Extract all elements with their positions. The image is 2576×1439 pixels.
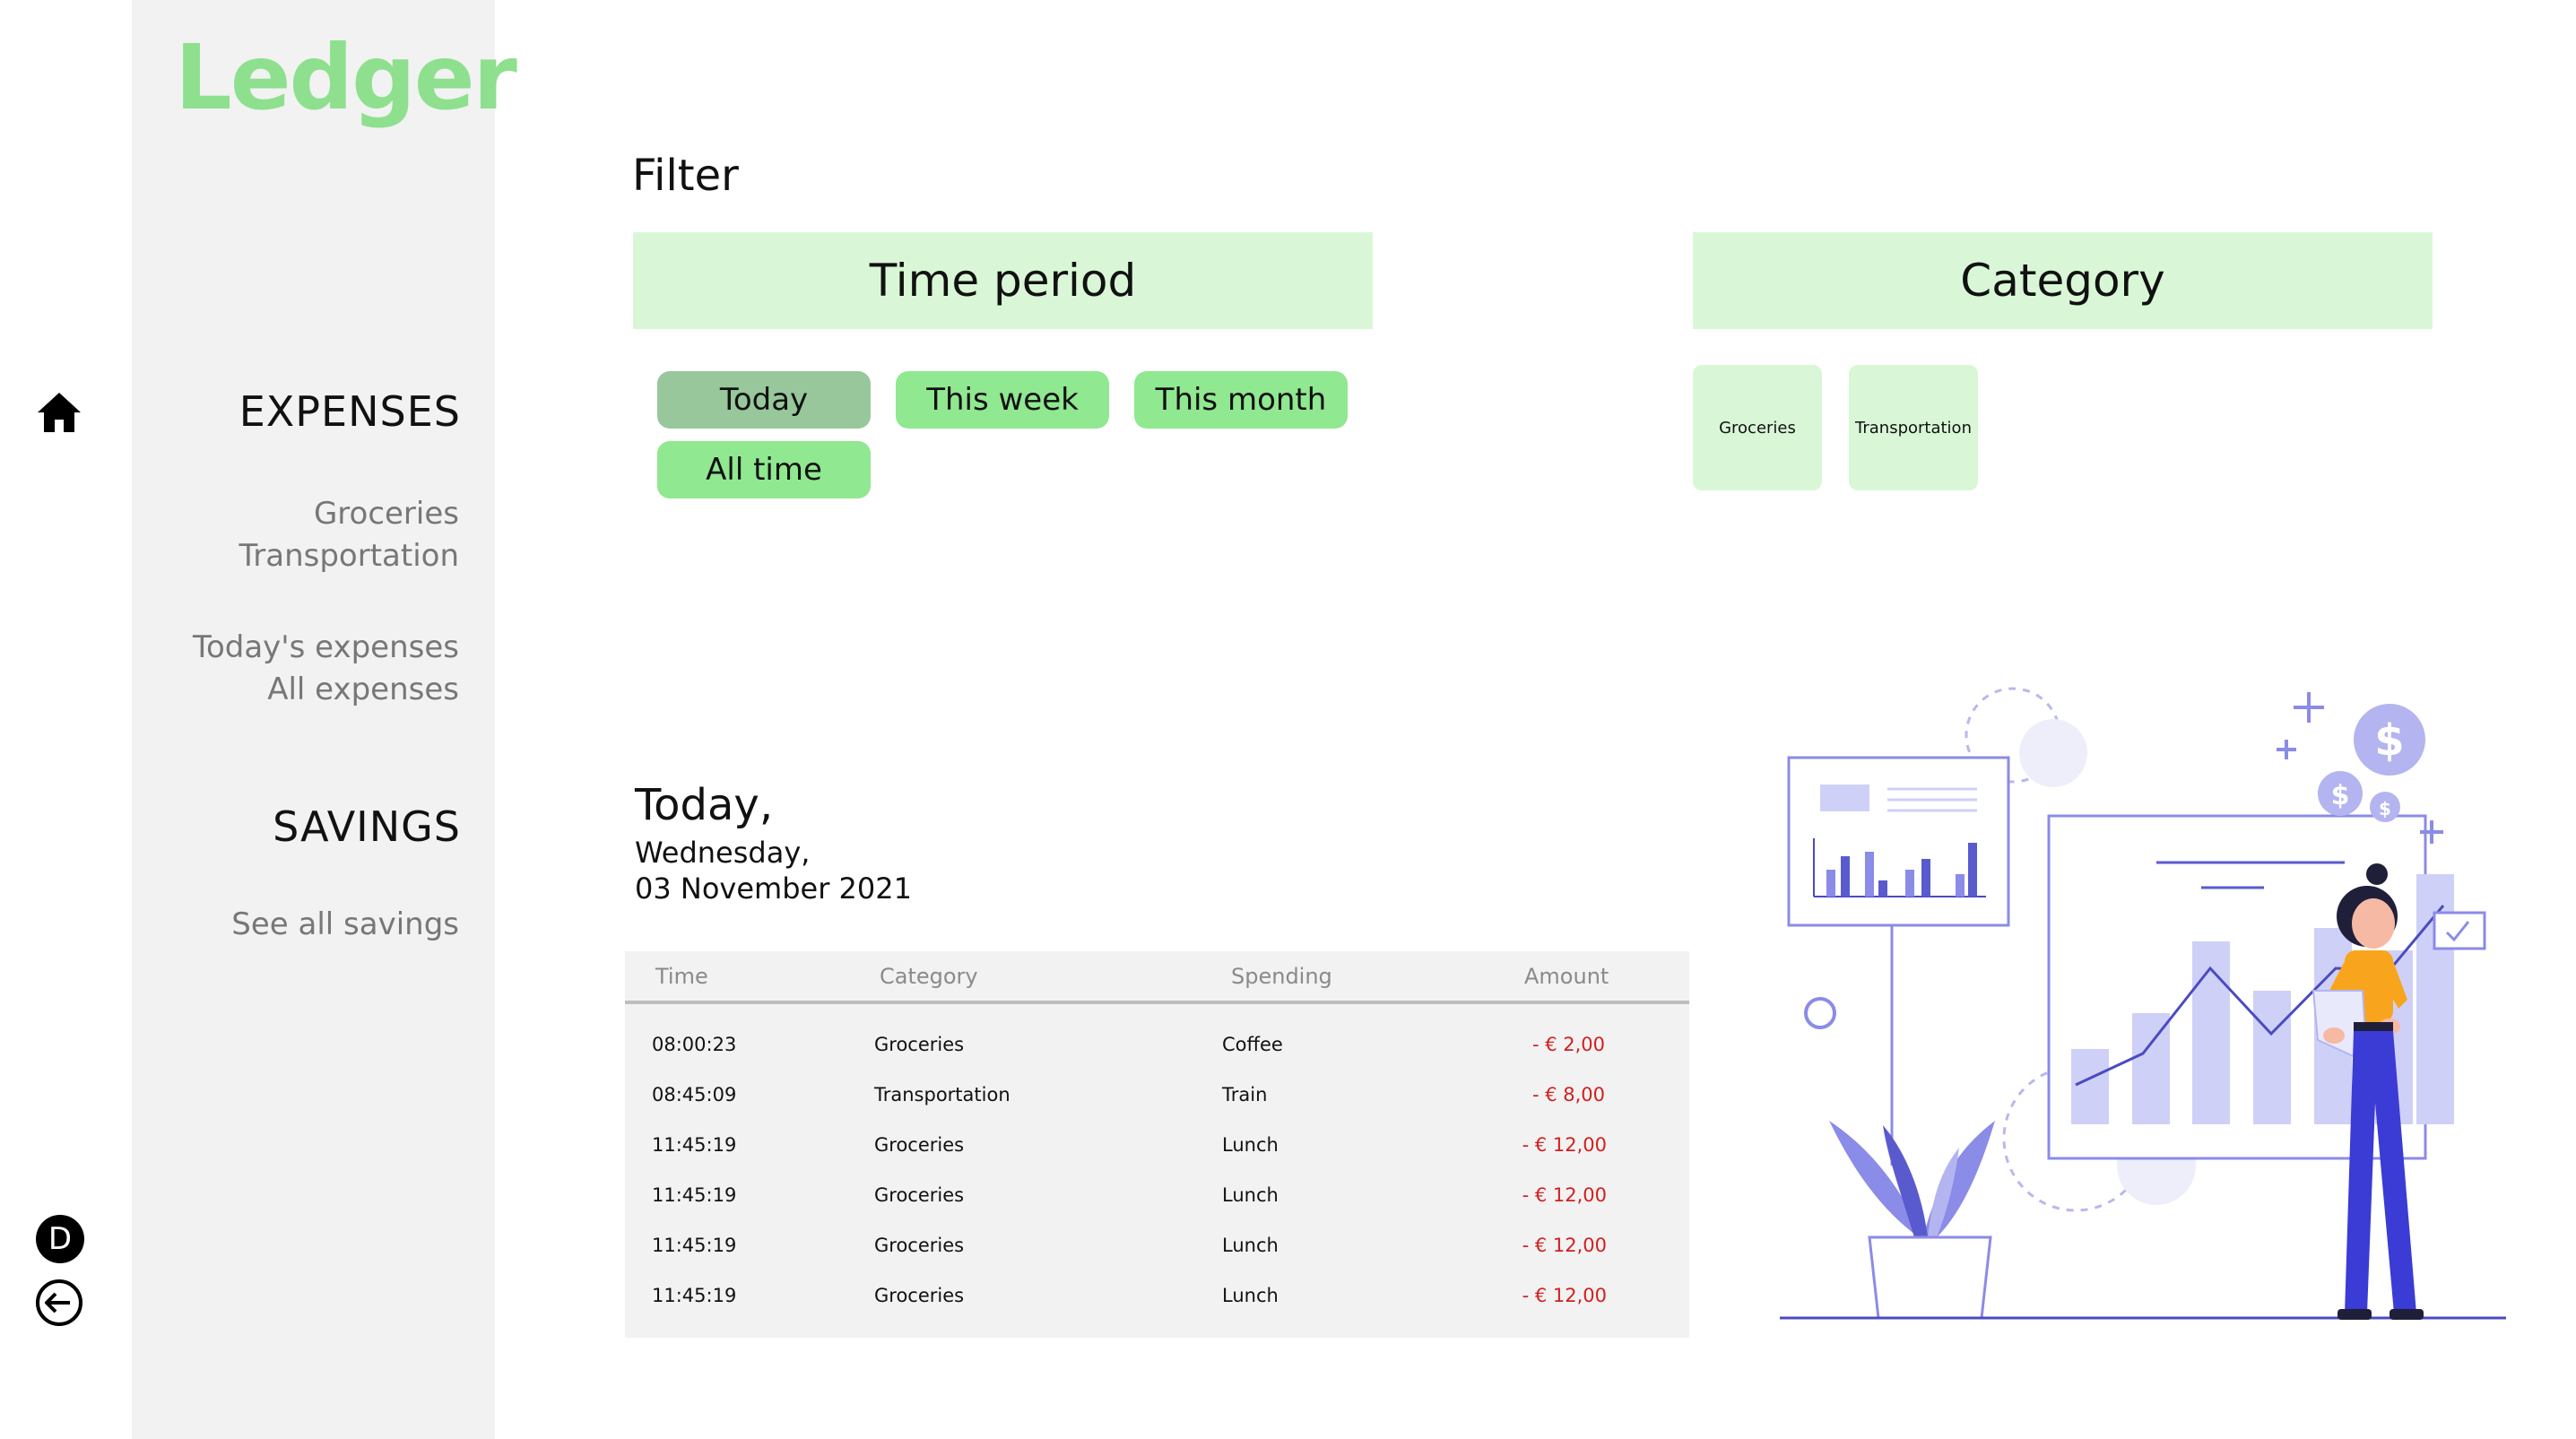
time-period-header: Time period (633, 232, 1373, 329)
logout-icon (36, 1279, 82, 1326)
column-header-spending[interactable]: Spending (1231, 964, 1332, 989)
cell-time: 11:45:19 (652, 1134, 737, 1156)
cell-time: 11:45:19 (652, 1184, 737, 1206)
table-row[interactable]: 11:45:19 Groceries Lunch - € 12,00 (625, 1122, 1689, 1172)
cell-category: Transportation (874, 1084, 1010, 1105)
cell-spending: Train (1222, 1084, 1268, 1105)
cell-category: Groceries (874, 1285, 965, 1306)
cell-amount: - € 2,00 (1531, 1034, 1605, 1055)
time-filter-this-month[interactable]: This month (1134, 371, 1348, 429)
home-icon (38, 393, 81, 432)
cell-category: Groceries (874, 1184, 965, 1206)
cell-spending: Lunch (1222, 1285, 1279, 1306)
cell-spending: Coffee (1222, 1034, 1283, 1055)
sidebar-link-groceries[interactable]: Groceries (314, 496, 459, 532)
cell-amount: - € 8,00 (1531, 1084, 1605, 1105)
sidebar-link-transportation[interactable]: Transportation (239, 538, 459, 574)
app-logo[interactable]: Ledger (175, 25, 517, 130)
time-filter-this-week[interactable]: This week (896, 371, 1109, 429)
table-row[interactable]: 11:45:19 Groceries Lunch - € 12,00 (625, 1172, 1689, 1222)
svg-text:$: $ (2379, 798, 2391, 819)
cell-time: 08:00:23 (652, 1034, 737, 1055)
day-label: Today, (635, 780, 774, 830)
cell-category: Groceries (874, 1235, 965, 1256)
cell-time: 11:45:19 (652, 1285, 737, 1306)
filter-title: Filter (632, 151, 739, 201)
logout-button[interactable] (34, 1278, 84, 1328)
user-avatar[interactable]: D (36, 1215, 84, 1263)
table-row[interactable]: 08:45:09 Transportation Train - € 8,00 (625, 1071, 1689, 1122)
sidebar: Ledger EXPENSES Groceries Transportation… (132, 0, 517, 1439)
cell-time: 08:45:09 (652, 1084, 737, 1105)
table-row[interactable]: 08:00:23 Groceries Coffee - € 2,00 (625, 1021, 1689, 1071)
svg-text:$: $ (2331, 780, 2350, 811)
table-row[interactable]: 11:45:19 Groceries Lunch - € 12,00 (625, 1272, 1689, 1322)
category-filter-groceries[interactable]: Groceries (1693, 365, 1822, 490)
finance-illustration: $ $ $ (1780, 687, 2506, 1320)
column-header-time[interactable]: Time (655, 964, 708, 989)
category-header: Category (1693, 232, 2433, 329)
expenses-heading: EXPENSES (239, 387, 461, 436)
cell-time: 11:45:19 (652, 1235, 737, 1256)
svg-text:$: $ (2374, 715, 2404, 766)
cell-amount: - € 12,00 (1522, 1235, 1607, 1256)
home-button[interactable] (34, 387, 84, 438)
sidebar-link-all-expenses[interactable]: All expenses (267, 672, 459, 707)
sidebar-link-todays-expenses[interactable]: Today's expenses (193, 629, 459, 665)
table-row[interactable]: 11:45:19 Groceries Lunch - € 12,00 (625, 1222, 1689, 1272)
cell-amount: - € 12,00 (1522, 1134, 1607, 1156)
cell-spending: Lunch (1222, 1184, 1279, 1206)
category-filter-transportation[interactable]: Transportation (1849, 365, 1978, 490)
cell-category: Groceries (874, 1034, 965, 1055)
cell-spending: Lunch (1222, 1134, 1279, 1156)
date-label: 03 November 2021 (635, 871, 912, 906)
time-filter-all-time[interactable]: All time (657, 441, 871, 498)
cell-spending: Lunch (1222, 1235, 1279, 1256)
weekday-label: Wednesday, (635, 836, 811, 870)
cell-amount: - € 12,00 (1522, 1285, 1607, 1306)
sidebar-link-see-all-savings[interactable]: See all savings (231, 906, 459, 942)
cell-category: Groceries (874, 1134, 965, 1156)
column-header-amount[interactable]: Amount (1524, 964, 1609, 989)
savings-heading: SAVINGS (273, 802, 461, 851)
table-header: Time Category Spending Amount (625, 951, 1689, 1004)
time-filter-today[interactable]: Today (657, 371, 871, 429)
cell-amount: - € 12,00 (1522, 1184, 1607, 1206)
expenses-table: Time Category Spending Amount 08:00:23 G… (625, 951, 1689, 1338)
column-header-category[interactable]: Category (880, 964, 978, 989)
